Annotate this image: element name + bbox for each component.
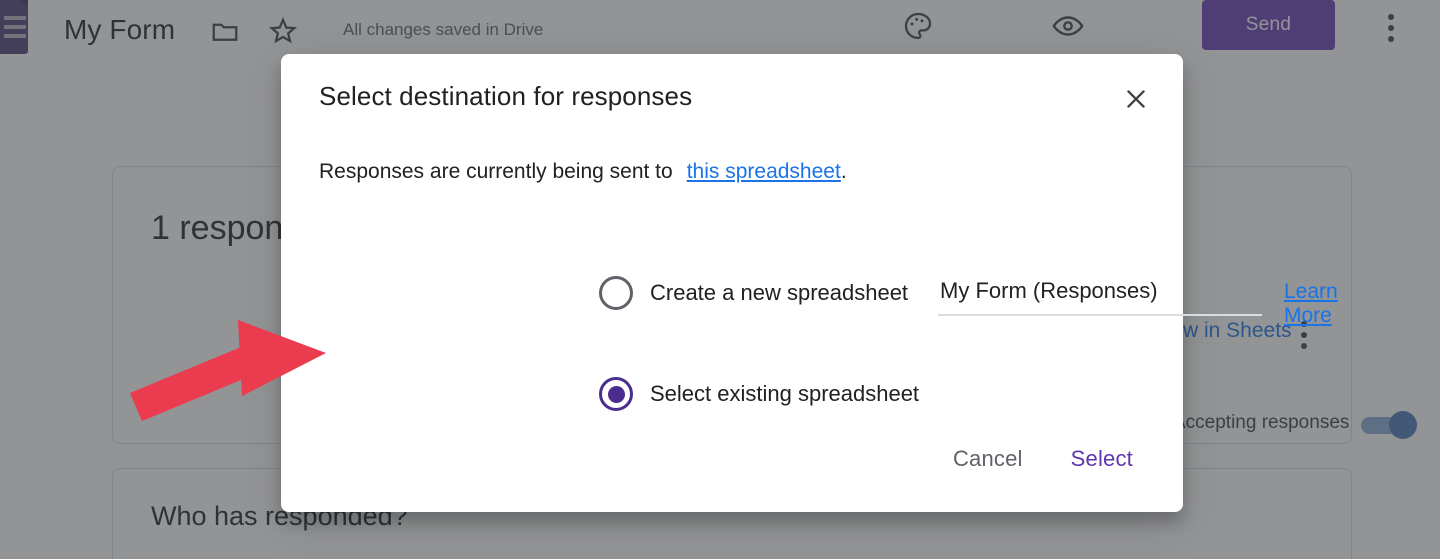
cancel-button[interactable]: Cancel xyxy=(935,436,1041,482)
destination-prefix: Responses are currently being sent to xyxy=(319,160,673,183)
dialog-actions: Cancel Select xyxy=(935,436,1151,482)
option-label-create-new[interactable]: Create a new spreadsheet xyxy=(650,280,908,306)
select-button[interactable]: Select xyxy=(1053,436,1151,482)
radio-create-new[interactable] xyxy=(599,276,633,310)
current-destination-text: Responses are currently being sent to thi… xyxy=(319,160,847,184)
option-create-new-spreadsheet[interactable]: Create a new spreadsheet xyxy=(599,276,908,310)
close-icon[interactable] xyxy=(1115,78,1157,120)
select-destination-dialog: Select destination for responses Respons… xyxy=(281,54,1338,512)
radio-select-existing[interactable] xyxy=(599,377,633,411)
option-select-existing-spreadsheet[interactable]: Select existing spreadsheet xyxy=(599,377,919,411)
destination-suffix: . xyxy=(840,160,847,183)
dialog-title: Select destination for responses xyxy=(319,81,693,111)
option-label-select-existing[interactable]: Select existing spreadsheet xyxy=(650,381,919,407)
spreadsheet-name-input[interactable] xyxy=(938,276,1262,316)
this-spreadsheet-link[interactable]: this spreadsheet xyxy=(687,160,841,183)
learn-more-link[interactable]: Learn More xyxy=(1284,280,1338,328)
